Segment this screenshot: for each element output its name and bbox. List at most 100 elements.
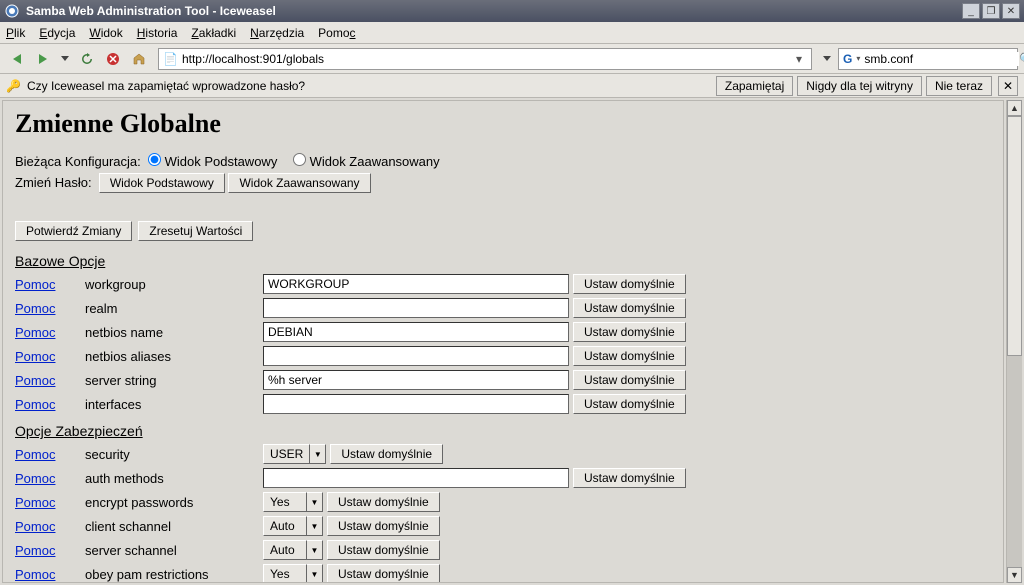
option-select[interactable]: Yes <box>263 564 307 583</box>
help-link[interactable]: Pomoc <box>15 277 85 292</box>
radio-advanced[interactable]: Widok Zaawansowany <box>293 154 440 169</box>
window-titlebar: Samba Web Administration Tool - Icewease… <box>0 0 1024 22</box>
scroll-track[interactable] <box>1007 116 1022 567</box>
help-link[interactable]: Pomoc <box>15 397 85 412</box>
url-input[interactable] <box>182 52 791 66</box>
set-default-button[interactable]: Ustaw domyślnie <box>573 322 686 342</box>
option-input[interactable] <box>263 298 569 318</box>
url-bar[interactable]: 📄 ▾ <box>158 48 812 70</box>
option-label: server string <box>85 373 263 388</box>
section-base-options: Bazowe Opcje <box>15 253 991 269</box>
option-label: obey pam restrictions <box>85 567 263 582</box>
chevron-down-icon[interactable]: ▼ <box>307 540 323 560</box>
never-site-button[interactable]: Nigdy dla tej witryny <box>797 76 922 96</box>
set-default-button[interactable]: Ustaw domyślnie <box>327 492 440 512</box>
option-row: PomocsecurityUSER▼Ustaw domyślnie <box>15 443 991 465</box>
option-label: netbios name <box>85 325 263 340</box>
set-default-button[interactable]: Ustaw domyślnie <box>573 298 686 318</box>
password-infobar: 🔑 Czy Iceweasel ma zapamiętać wprowadzon… <box>0 74 1024 98</box>
vertical-scrollbar[interactable]: ▲ ▼ <box>1006 100 1022 583</box>
option-input[interactable] <box>263 468 569 488</box>
commit-button[interactable]: Potwierdź Zmiany <box>15 221 132 241</box>
search-engine-icon[interactable]: G <box>843 52 852 66</box>
remember-button[interactable]: Zapamiętaj <box>716 76 793 96</box>
option-row: Pomocclient schannelAuto▼Ustaw domyślnie <box>15 515 991 537</box>
option-input[interactable] <box>263 370 569 390</box>
maximize-button[interactable]: ❐ <box>982 3 1000 19</box>
not-now-button[interactable]: Nie teraz <box>926 76 992 96</box>
window-title: Samba Web Administration Tool - Icewease… <box>26 4 962 18</box>
home-button[interactable] <box>128 48 150 70</box>
option-input[interactable] <box>263 322 569 342</box>
nav-dropdown[interactable] <box>58 48 72 70</box>
menu-edit[interactable]: Edycja <box>39 26 75 40</box>
chevron-down-icon[interactable]: ▼ <box>307 564 323 583</box>
option-row: Pomocobey pam restrictionsYes▼Ustaw domy… <box>15 563 991 583</box>
option-label: encrypt passwords <box>85 495 263 510</box>
help-link[interactable]: Pomoc <box>15 349 85 364</box>
back-button[interactable] <box>6 48 28 70</box>
menu-bookmarks[interactable]: Zakładki <box>191 26 236 40</box>
page-title: Zmienne Globalne <box>15 109 991 139</box>
help-link[interactable]: Pomoc <box>15 567 85 582</box>
option-row: Pomocrealm Ustaw domyślnie <box>15 297 991 319</box>
search-bar[interactable]: G ▾ 🔍 <box>838 48 1018 70</box>
set-default-button[interactable]: Ustaw domyślnie <box>573 394 686 414</box>
help-link[interactable]: Pomoc <box>15 325 85 340</box>
pw-advanced-button[interactable]: Widok Zaawansowany <box>228 173 370 193</box>
scroll-up-icon[interactable]: ▲ <box>1007 100 1022 116</box>
radio-basic[interactable]: Widok Podstawowy <box>148 154 277 169</box>
option-input[interactable] <box>263 346 569 366</box>
forward-button[interactable] <box>32 48 54 70</box>
menu-history[interactable]: Historia <box>137 26 178 40</box>
set-default-button[interactable]: Ustaw domyślnie <box>327 516 440 536</box>
menu-help[interactable]: Pomoc <box>318 26 355 40</box>
set-default-button[interactable]: Ustaw domyślnie <box>573 274 686 294</box>
pw-basic-button[interactable]: Widok Podstawowy <box>99 173 225 193</box>
help-link[interactable]: Pomoc <box>15 471 85 486</box>
search-input[interactable] <box>864 52 1019 66</box>
set-default-button[interactable]: Ustaw domyślnie <box>327 540 440 560</box>
option-row: Pomocauth methodsUstaw domyślnie <box>15 467 991 489</box>
chevron-down-icon[interactable]: ▼ <box>307 516 323 536</box>
section-security-options: Opcje Zabezpieczeń <box>15 423 991 439</box>
url-go-dropdown[interactable] <box>820 48 834 70</box>
option-select[interactable]: Auto <box>263 516 307 536</box>
option-input[interactable] <box>263 274 569 294</box>
menu-tools[interactable]: Narzędzia <box>250 26 304 40</box>
chevron-down-icon[interactable]: ▼ <box>307 492 323 512</box>
search-icon[interactable]: 🔍 <box>1019 52 1024 66</box>
menu-view[interactable]: Widok <box>89 26 122 40</box>
set-default-button[interactable]: Ustaw domyślnie <box>573 346 686 366</box>
option-select[interactable]: Auto <box>263 540 307 560</box>
set-default-button[interactable]: Ustaw domyślnie <box>327 564 440 583</box>
menu-file[interactable]: Plik <box>6 26 25 40</box>
key-icon: 🔑 <box>6 79 21 93</box>
help-link[interactable]: Pomoc <box>15 373 85 388</box>
set-default-button[interactable]: Ustaw domyślnie <box>573 468 686 488</box>
option-select[interactable]: USER <box>263 444 310 464</box>
help-link[interactable]: Pomoc <box>15 301 85 316</box>
help-link[interactable]: Pomoc <box>15 447 85 462</box>
infobar-close-icon[interactable]: ✕ <box>998 76 1018 96</box>
option-select[interactable]: Yes <box>263 492 307 512</box>
infobar-text: Czy Iceweasel ma zapamiętać wprowadzone … <box>27 79 712 93</box>
option-input[interactable] <box>263 394 569 414</box>
chevron-down-icon[interactable]: ▼ <box>310 444 326 464</box>
option-row: Pomocnetbios name Ustaw domyślnie <box>15 321 991 343</box>
reset-button[interactable]: Zresetuj Wartości <box>138 221 253 241</box>
current-config-label: Bieżąca Konfiguracja: <box>15 154 141 169</box>
minimize-button[interactable]: _ <box>962 3 980 19</box>
help-link[interactable]: Pomoc <box>15 495 85 510</box>
option-label: realm <box>85 301 263 316</box>
help-link[interactable]: Pomoc <box>15 543 85 558</box>
help-link[interactable]: Pomoc <box>15 519 85 534</box>
close-button[interactable]: ✕ <box>1002 3 1020 19</box>
scroll-down-icon[interactable]: ▼ <box>1007 567 1022 583</box>
set-default-button[interactable]: Ustaw domyślnie <box>330 444 443 464</box>
url-dropdown-icon[interactable]: ▾ <box>791 52 807 66</box>
reload-button[interactable] <box>76 48 98 70</box>
stop-button[interactable] <box>102 48 124 70</box>
scroll-thumb[interactable] <box>1007 116 1022 356</box>
set-default-button[interactable]: Ustaw domyślnie <box>573 370 686 390</box>
